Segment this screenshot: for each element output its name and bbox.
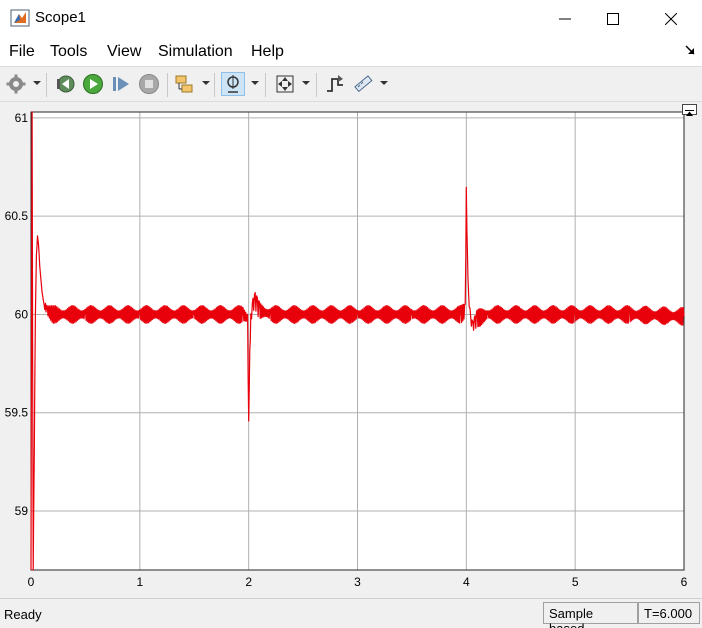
signal-selector-button[interactable] (173, 72, 197, 96)
minimize-button[interactable] (542, 0, 588, 38)
triggers-icon (327, 75, 343, 92)
status-bar: Ready Sample based T=6.000 (0, 598, 702, 628)
menu-bar: File Tools View Simulation Help (0, 38, 702, 66)
stop-button[interactable] (137, 72, 161, 96)
toolbar-separator (214, 73, 215, 97)
fit-to-view-button[interactable] (273, 72, 297, 96)
triggers-button[interactable] (323, 72, 347, 96)
status-ready: Ready (4, 607, 42, 622)
title-bar: Scope1 (0, 0, 702, 38)
chevron-down-icon[interactable] (33, 79, 41, 87)
matlab-icon (10, 9, 30, 27)
toolbar-separator (46, 73, 47, 97)
scope-plot[interactable]: 0 1 2 3 4 5 6 59 59.5 60 60.5 61 (0, 102, 702, 598)
x-tick-label: 0 (28, 575, 35, 589)
zoom-icon (227, 75, 239, 93)
undock-icon (685, 110, 694, 116)
chevron-down-icon[interactable] (302, 79, 310, 87)
gear-icon (6, 74, 26, 94)
x-tick-label: 5 (572, 575, 579, 589)
sample-mode-indicator: Sample based (543, 602, 638, 628)
x-tick-label: 4 (463, 575, 470, 589)
close-icon (665, 13, 677, 25)
menu-view[interactable]: View (107, 43, 141, 61)
toolbar-separator (316, 73, 317, 97)
step-forward-button[interactable] (109, 72, 133, 96)
step-back-icon (57, 75, 75, 93)
run-button[interactable] (81, 72, 105, 96)
maximize-button[interactable] (590, 0, 636, 38)
fit-to-view-icon (276, 75, 294, 93)
toolbar (0, 66, 702, 102)
settings-button[interactable] (4, 72, 28, 96)
close-button[interactable] (648, 0, 694, 38)
minimize-icon (559, 18, 571, 20)
chevron-down-icon[interactable] (202, 79, 210, 87)
chevron-down-icon[interactable] (380, 79, 388, 87)
x-tick-label: 3 (354, 575, 361, 589)
menu-tools[interactable]: Tools (50, 43, 87, 61)
simulation-time: T=6.000 (638, 602, 700, 624)
toolbar-separator (167, 73, 168, 97)
dock-arrow-icon[interactable] (684, 44, 696, 56)
step-forward-icon (113, 77, 129, 91)
signal-selector-icon (175, 75, 193, 93)
y-tick-label: 61 (15, 111, 29, 125)
y-tick-label: 60.5 (5, 209, 29, 223)
x-tick-label: 1 (136, 575, 143, 589)
measurements-button[interactable] (351, 72, 375, 96)
menu-help[interactable]: Help (251, 43, 284, 61)
zoom-button[interactable] (221, 72, 245, 96)
window-title: Scope1 (35, 9, 86, 26)
maximize-icon (607, 13, 619, 25)
chevron-down-icon[interactable] (251, 79, 259, 87)
scope-plot-panel: 0 1 2 3 4 5 6 59 59.5 60 60.5 61 (0, 102, 702, 598)
x-tick-label: 2 (245, 575, 252, 589)
y-tick-label: 59 (15, 504, 29, 518)
x-tick-label: 6 (681, 575, 688, 589)
undock-button[interactable] (682, 104, 697, 116)
step-back-button[interactable] (53, 72, 77, 96)
toolbar-separator (265, 73, 266, 97)
measurements-icon (354, 75, 373, 93)
run-icon (83, 74, 103, 94)
menu-file[interactable]: File (9, 43, 35, 61)
menu-simulation[interactable]: Simulation (158, 43, 233, 61)
y-tick-label: 60 (15, 307, 29, 321)
stop-icon (139, 74, 159, 94)
y-tick-label: 59.5 (5, 406, 29, 420)
